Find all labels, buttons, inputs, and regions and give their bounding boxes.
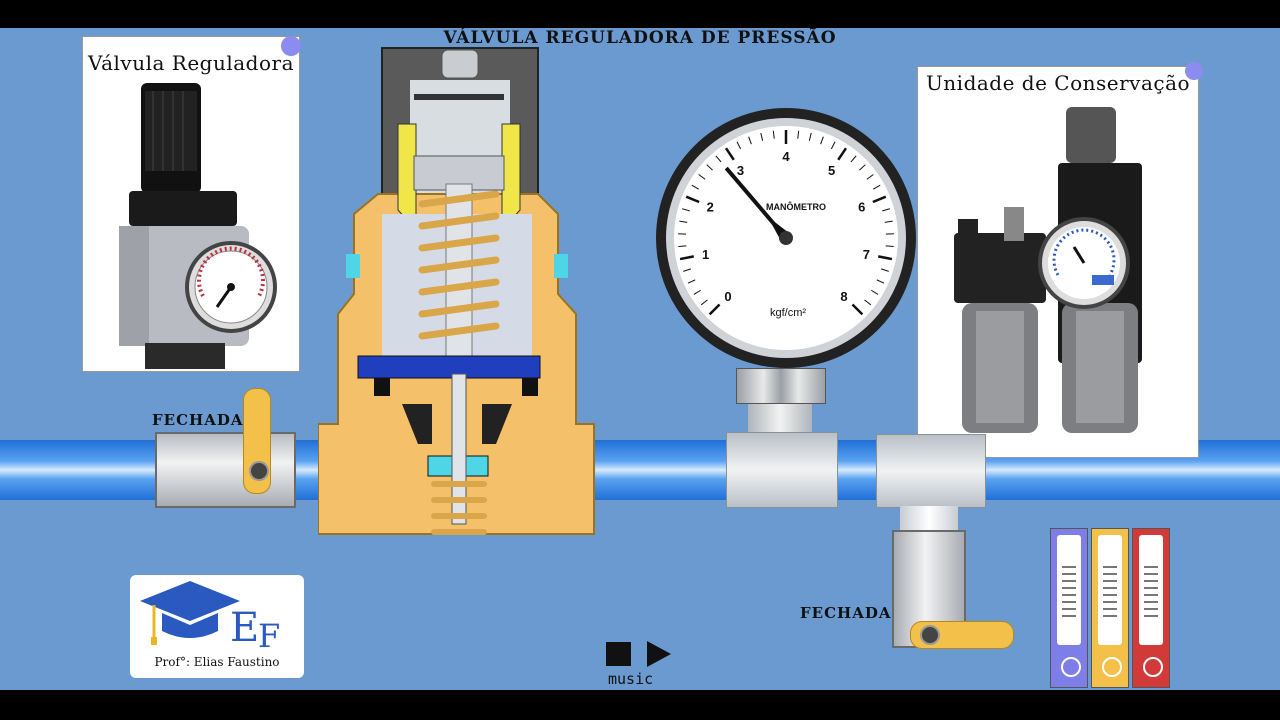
binder-folders <box>1050 528 1174 690</box>
binder-ring-hole <box>1143 657 1163 677</box>
gauge-hex-nut <box>736 368 826 404</box>
logo-initial-e: E <box>230 605 260 651</box>
binder-spine-label <box>1098 535 1122 645</box>
pressure-gauge: 0 1 2 3 4 5 6 7 8 MANÔMETRO kgf/cm² <box>656 108 916 368</box>
play-button[interactable] <box>647 641 671 667</box>
author-logo-card: E F Prof°: Elias Faustino <box>130 575 304 678</box>
gauge-scale-label: 3 <box>737 163 744 178</box>
animation-stage: VÁLVULA REGULADORA DE PRESSÃO Válvula Re… <box>0 28 1280 690</box>
conservation-unit-image <box>954 107 1142 433</box>
gauge-scale-label: 0 <box>724 289 731 304</box>
binder-folder <box>1091 528 1129 688</box>
music-label: music <box>608 670 654 688</box>
conservation-card-title: Unidade de Conservação <box>925 71 1191 95</box>
bottom-valve-state-label: FECHADA <box>800 604 892 622</box>
gauge-scale-label: 6 <box>858 200 865 215</box>
regulator-cutaway-diagram <box>318 47 595 535</box>
gauge-scale-label: 2 <box>707 200 714 215</box>
gauge-scale-label: 4 <box>782 149 790 164</box>
binder-spine-label <box>1057 535 1081 645</box>
logo-caption: Prof°: Elias Faustino <box>154 655 280 669</box>
left-valve-nut <box>249 461 269 481</box>
regulator-card-title: Válvula Reguladora <box>87 51 294 75</box>
left-card-close-dot[interactable] <box>281 36 301 56</box>
binder-folder <box>1050 528 1088 688</box>
bottom-valve-nut <box>920 625 940 645</box>
logo-initial-f: F <box>258 617 281 655</box>
pressure-regulator-image <box>119 83 277 369</box>
gauge-scale-label: 8 <box>840 289 847 304</box>
gauge-unit: kgf/cm² <box>770 307 806 319</box>
gauge-scale-label: 7 <box>863 247 870 262</box>
gauge-title: MANÔMETRO <box>766 201 826 212</box>
binder-ring-hole <box>1061 657 1081 677</box>
stop-button[interactable] <box>606 642 631 666</box>
gauge-scale-label: 5 <box>828 163 835 178</box>
binder-spine-label <box>1139 535 1163 645</box>
gauge-tick <box>885 245 894 247</box>
branch-pipe <box>900 506 958 530</box>
binder-ring-hole <box>1102 657 1122 677</box>
conservation-unit-card[interactable]: Unidade de Conservação <box>917 66 1199 458</box>
left-valve-state-label: FECHADA <box>152 411 244 429</box>
gauge-tick <box>678 245 687 247</box>
gauge-tee <box>726 432 838 508</box>
right-card-close-dot[interactable] <box>1185 62 1203 80</box>
regulator-photo-card[interactable]: Válvula Reguladora <box>82 36 300 372</box>
gauge-scale-label: 1 <box>702 247 709 262</box>
left-ball-valve[interactable] <box>155 432 296 508</box>
branch-tee <box>876 434 986 508</box>
binder-folder <box>1132 528 1170 688</box>
